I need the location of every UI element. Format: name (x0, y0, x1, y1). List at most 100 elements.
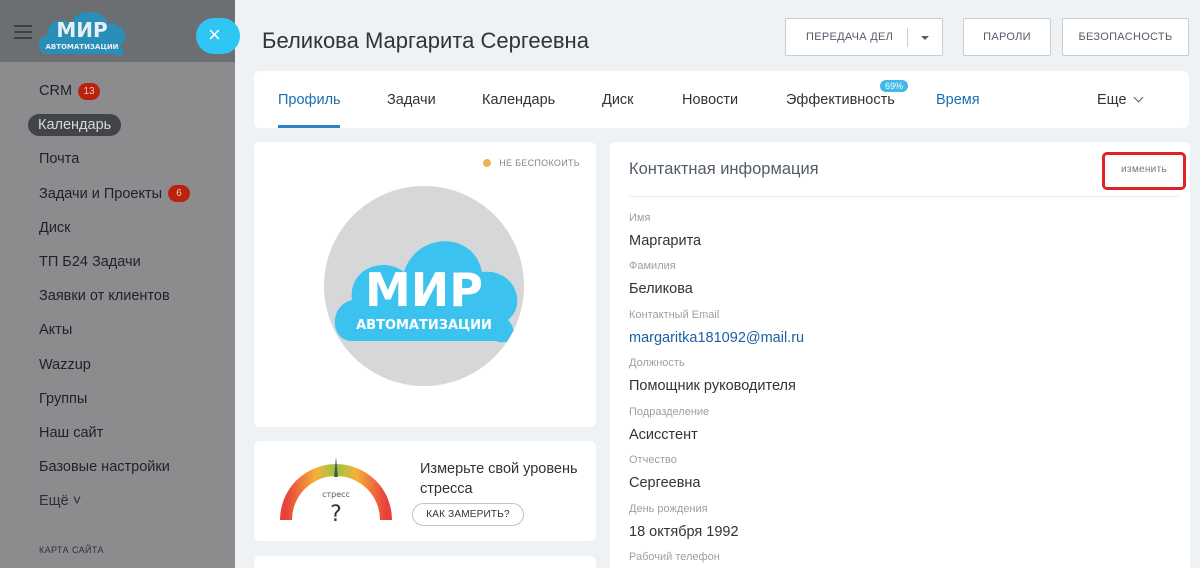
tab-news[interactable]: Новости (682, 92, 738, 108)
sidebar-item-our-site[interactable]: Наш сайт (0, 416, 235, 450)
page-title: Беликова Маргарита Сергеевна (262, 28, 589, 53)
counter-badge: 13 (78, 82, 101, 100)
extra-card (254, 556, 596, 568)
avatar-logo-text-sub: АВТОМАТИЗАЦИИ (356, 318, 492, 333)
status-label: НЕ БЕСПОКОИТЬ (499, 158, 580, 168)
tab-efficiency[interactable]: Эффективность (786, 92, 895, 108)
sidebar-item-label: ТП Б24 Задачи (39, 254, 141, 271)
sidebar-item-calendar[interactable]: Календарь (0, 108, 235, 142)
status-dot-icon (483, 159, 492, 167)
field-value: 18 октября 1992 (629, 524, 739, 540)
field-value: Сергеевна (629, 475, 701, 491)
field-label: Рабочий телефон (629, 551, 720, 563)
user-status[interactable]: НЕ БЕСПОКОИТЬ (483, 158, 580, 168)
sidebar-item-label: Акты (39, 322, 73, 339)
sidebar-item-mail[interactable]: Почта (0, 142, 235, 176)
sidebar-item-label: Диск (39, 219, 71, 236)
divider (629, 196, 1179, 197)
field-last-name: Фамилия Беликова (629, 260, 693, 297)
passwords-button[interactable]: ПАРОЛИ (963, 18, 1051, 56)
avatar-logo: МИР АВТОМАТИЗАЦИИ (334, 241, 518, 343)
sidebar-item-tasks-projects[interactable]: Задачи и Проекты 6 (0, 177, 235, 211)
edit-button[interactable]: изменить (1102, 152, 1186, 190)
sidebar-item-label: CRM (39, 83, 73, 100)
field-value: Беликова (629, 281, 693, 297)
sidebar-item-label: Наш сайт (39, 424, 104, 441)
field-label: Подразделение (629, 406, 710, 418)
security-button[interactable]: БЕЗОПАСНОСТЬ (1062, 18, 1189, 56)
field-label: День рождения (629, 503, 708, 515)
counter-badge: 6 (168, 185, 191, 203)
sidebar-item-label: Ещё ˅ (39, 493, 82, 510)
stress-title: Измерьте свой уровень стресса (420, 461, 578, 497)
company-logo[interactable]: МИР АВТОМАТИЗАЦИИ (34, 4, 130, 60)
logo-text-sub: АВТОМАТИЗАЦИИ (45, 43, 118, 51)
sidebar-item-label: Календарь (28, 114, 122, 137)
sidebar-item-label: Заявки от клиентов (39, 288, 170, 305)
field-value: Асисстент (629, 427, 698, 443)
sitemap-link[interactable]: КАРТА САЙТА (39, 545, 104, 555)
sidebar-item-label: Базовые настройки (39, 459, 170, 476)
field-value: Маргарита (629, 233, 702, 249)
transfer-tasks-label: ПЕРЕДАЧА ДЕЛ (806, 31, 894, 43)
sidebar-item-label: Группы (39, 390, 88, 407)
how-to-measure-button[interactable]: КАК ЗАМЕРИТЬ? (412, 503, 524, 526)
avatar[interactable]: МИР АВТОМАТИЗАЦИИ (324, 186, 524, 386)
field-birthday: День рождения 18 октября 1992 (629, 503, 739, 540)
passwords-label: ПАРОЛИ (983, 31, 1031, 43)
avatar-logo-text-main: МИР (365, 263, 483, 317)
sidebar-item-label: Задачи и Проекты (39, 185, 163, 202)
stress-gauge-icon: стресс ? (280, 457, 392, 525)
security-label: БЕЗОПАСНОСТЬ (1078, 31, 1173, 43)
close-icon: × (208, 22, 221, 47)
left-sidebar: МИР АВТОМАТИЗАЦИИ × CRM 13 Календарь Поч… (0, 0, 240, 568)
menu-icon[interactable] (14, 25, 32, 39)
sidebar-item-tp-b24-tasks[interactable]: ТП Б24 Задачи (0, 245, 235, 279)
tab-more-label: Еще (1097, 92, 1127, 108)
sidebar-item-more[interactable]: Ещё ˅ (0, 484, 235, 518)
field-label: Контактный Email (629, 309, 720, 321)
profile-tabs: Профиль Задачи Календарь Диск Новости Эф… (254, 71, 1189, 128)
sidebar-item-label: Почта (39, 151, 80, 168)
field-label: Отчество (629, 454, 677, 466)
field-patronymic: Отчество Сергеевна (629, 454, 700, 491)
avatar-card: НЕ БЕСПОКОИТЬ МИР АВТОМАТИЗАЦИИ (254, 142, 596, 427)
sidebar-item-client-requests[interactable]: Заявки от клиентов (0, 279, 235, 313)
contact-info-title: Контактная информация (629, 160, 819, 178)
field-label: Должность (629, 357, 685, 369)
tab-disk[interactable]: Диск (602, 92, 634, 108)
field-email: Контактный Email margaritka181092@mail.r… (629, 309, 804, 346)
sidebar-item-wazzup[interactable]: Wazzup (0, 348, 235, 382)
tab-profile[interactable]: Профиль (278, 92, 341, 108)
tab-time[interactable]: Время (936, 92, 980, 108)
field-work-phone: Рабочий телефон (629, 551, 720, 565)
tab-calendar[interactable]: Календарь (482, 92, 555, 108)
button-divider (907, 28, 908, 47)
field-first-name: Имя Маргарита (629, 212, 701, 249)
sidebar-item-disk[interactable]: Диск (0, 211, 235, 245)
field-label: Фамилия (629, 260, 676, 272)
field-value: Помощник руководителя (629, 378, 796, 394)
field-department: Подразделение Асисстент (629, 406, 709, 443)
contact-info-card: Контактная информация изменить Имя Марга… (610, 142, 1190, 568)
chevron-down-icon (1133, 92, 1143, 103)
sidebar-item-acts[interactable]: Акты (0, 313, 235, 347)
transfer-tasks-button[interactable]: ПЕРЕДАЧА ДЕЛ (785, 18, 943, 56)
field-position: Должность Помощник руководителя (629, 357, 796, 394)
tab-tasks[interactable]: Задачи (387, 92, 436, 108)
close-sidebar-button[interactable]: × (196, 18, 240, 54)
sidebar-item-basic-settings[interactable]: Базовые настройки (0, 450, 235, 484)
sidebar-item-crm[interactable]: CRM 13 (0, 74, 235, 108)
sidebar-item-label: Wazzup (39, 356, 91, 373)
gauge-label: стресс (322, 490, 350, 499)
tab-more[interactable]: Еще (1097, 92, 1143, 108)
email-link[interactable]: margaritka181092@mail.ru (629, 330, 804, 346)
logo-text-main: МИР (56, 18, 107, 42)
efficiency-badge: 69% (880, 80, 909, 92)
active-tab-indicator (278, 125, 340, 128)
chevron-down-icon[interactable] (921, 36, 929, 40)
sidebar-menu: CRM 13 Календарь Почта Задачи и Проекты … (0, 74, 235, 518)
sidebar-item-groups[interactable]: Группы (0, 382, 235, 416)
gauge-value: ? (330, 502, 342, 525)
stress-card: стресс ? Измерьте свой уровень стресса К… (254, 441, 596, 541)
